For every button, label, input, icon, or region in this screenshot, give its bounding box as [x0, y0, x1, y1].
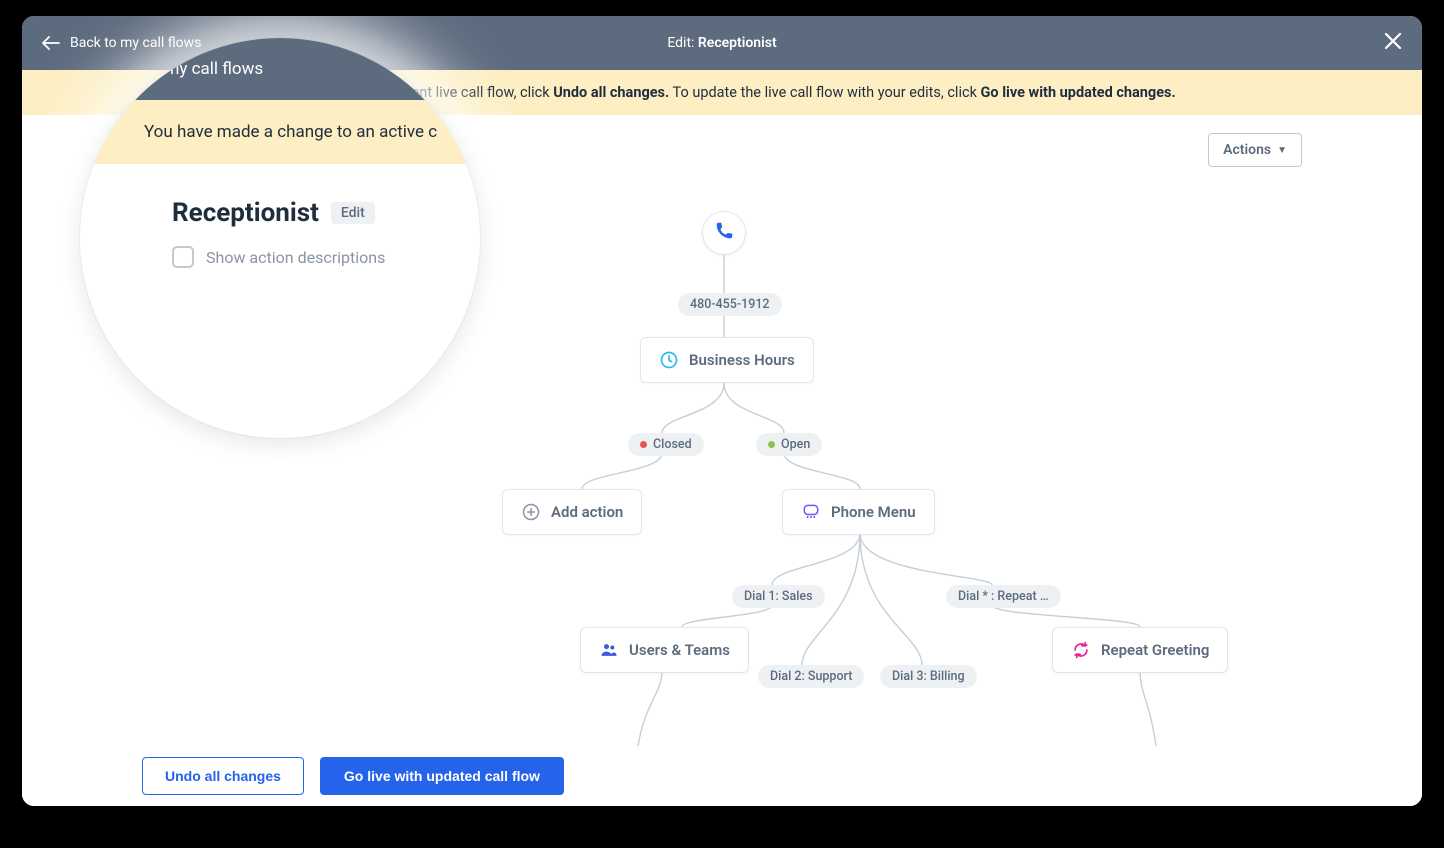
phone-menu-node[interactable]: Phone Menu [782, 489, 935, 535]
business-hours-node[interactable]: Business Hours [640, 337, 814, 383]
edit-flow-name-button[interactable]: Edit [331, 202, 375, 224]
phone-number-pill[interactable]: 480-455-1912 [678, 293, 782, 316]
add-action-node[interactable]: Add action [502, 489, 642, 535]
dial-1-pill[interactable]: Dial 1: Sales [732, 585, 825, 608]
closed-branch-pill[interactable]: Closed [628, 433, 704, 456]
magnifier-overlay: ny call flows You have made a change to … [80, 38, 480, 438]
refresh-icon [1071, 640, 1091, 660]
undo-all-button[interactable]: Undo all changes [142, 757, 304, 795]
show-descriptions-checkbox[interactable] [172, 246, 194, 268]
go-live-button[interactable]: Go live with updated call flow [320, 757, 564, 795]
phone-icon [713, 220, 735, 246]
flow-title-row: Receptionist Edit [172, 198, 460, 228]
footer-bar: Undo all changes Go live with updated ca… [22, 746, 1422, 806]
root-phone-node[interactable] [702, 211, 746, 255]
open-branch-pill[interactable]: Open [756, 433, 822, 456]
app-window: Back to my call flows Edit: Receptionist… [22, 16, 1422, 806]
dial-star-pill[interactable]: Dial * : Repeat … [946, 585, 1061, 608]
users-icon [599, 640, 619, 660]
magnifier-banner-fragment: You have made a change to an active c [80, 100, 480, 164]
dial-3-pill[interactable]: Dial 3: Billing [880, 665, 977, 688]
arrow-left-icon [42, 36, 60, 50]
dial-2-pill[interactable]: Dial 2: Support [758, 665, 864, 688]
magnifier-header-fragment: ny call flows [80, 38, 480, 100]
header-title: Edit: Receptionist [667, 35, 776, 51]
users-teams-node[interactable]: Users & Teams [580, 627, 749, 673]
plus-circle-icon [521, 502, 541, 522]
clock-icon [659, 350, 679, 370]
repeat-greeting-node[interactable]: Repeat Greeting [1052, 627, 1228, 673]
status-dot-closed-icon [640, 441, 647, 448]
close-icon [1384, 32, 1402, 50]
show-descriptions-row: Show action descriptions [172, 246, 460, 268]
status-dot-open-icon [768, 441, 775, 448]
phone-menu-icon [801, 502, 821, 522]
close-button[interactable] [1384, 32, 1402, 54]
flow-title: Receptionist [172, 198, 319, 228]
show-descriptions-label: Show action descriptions [206, 248, 385, 267]
